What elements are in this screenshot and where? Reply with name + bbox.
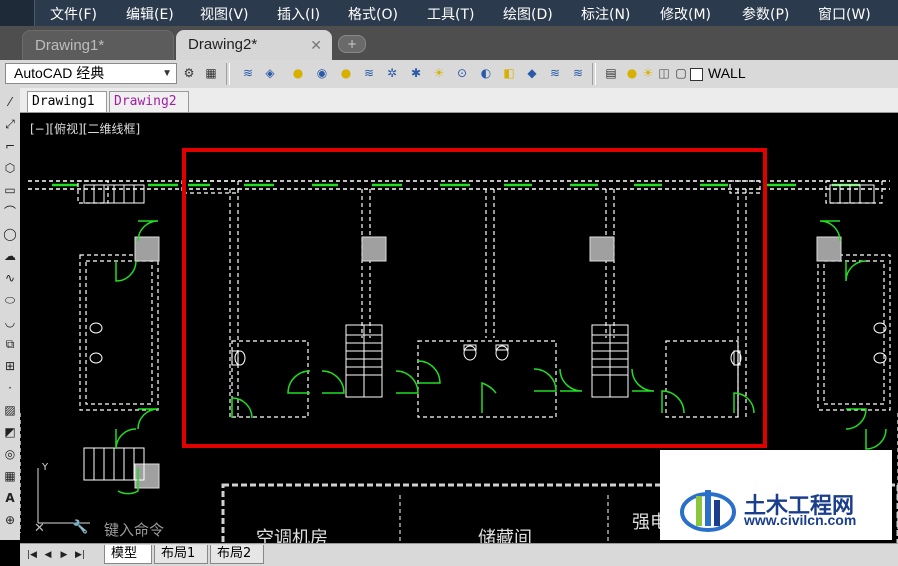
menu-dimension[interactable]: 标注(N) (581, 4, 630, 24)
layer-walk-icon[interactable]: ✱ (408, 65, 424, 81)
region-icon[interactable]: ◎ (2, 446, 18, 462)
prev-tab-icon[interactable]: ◀ (42, 548, 54, 562)
sun-icon[interactable]: ☀ (640, 65, 656, 81)
svg-text:Y: Y (41, 462, 49, 473)
arc-icon[interactable]: ⌒ (2, 204, 18, 220)
doc-tab-drawing2[interactable]: Drawing2 (109, 91, 189, 112)
file-tab-drawing1[interactable]: Drawing1* (22, 30, 174, 60)
menu-modify[interactable]: 修改(M) (660, 4, 711, 24)
document-tab-bar: Drawing1 Drawing2 (20, 88, 898, 113)
file-tab-bar: Drawing1* Drawing2* ✕ (0, 26, 898, 60)
layer-properties-icon[interactable]: ≋ (240, 65, 256, 81)
revcloud-icon[interactable]: ☁ (2, 248, 18, 264)
lightbulb-icon[interactable]: ● (290, 65, 306, 81)
hatch-icon[interactable]: ▨ (2, 402, 18, 418)
file-tab-label: Drawing1* (35, 37, 105, 54)
viewport-freeze-icon[interactable]: ◫ (656, 65, 672, 81)
table-icon[interactable]: ▦ (2, 468, 18, 484)
menu-tools[interactable]: 工具(T) (427, 4, 474, 24)
close-icon[interactable]: ✕ (34, 521, 45, 536)
next-tab-icon[interactable]: ▶ (58, 548, 70, 562)
gradient-icon[interactable]: ◩ (2, 424, 18, 440)
layer-copy-icon[interactable]: ≋ (547, 65, 563, 81)
layer-delete-icon[interactable]: ≋ (570, 65, 586, 81)
layer-manager-icon[interactable]: ▤ (603, 65, 619, 81)
command-input[interactable]: 键入命令 (104, 519, 164, 540)
current-layer-name: WALL (708, 65, 746, 81)
lightbulb-icon[interactable]: ● (624, 65, 640, 81)
workspace-select[interactable]: AutoCAD 经典 ▼ (5, 63, 177, 84)
highlight-box (182, 148, 767, 448)
last-tab-icon[interactable]: ▶| (74, 548, 86, 562)
layer-state-icon[interactable]: ◈ (262, 65, 278, 81)
watermark-url: www.civilcn.com (744, 512, 857, 528)
new-tab-button[interactable]: + (338, 35, 366, 53)
lock-icon[interactable]: ▢ (673, 65, 689, 81)
construction-line-icon[interactable]: ⤢ (2, 116, 18, 132)
tab-layout1[interactable]: 布局1 (154, 545, 208, 564)
layer-match-icon[interactable]: ◧ (501, 65, 517, 81)
toolbar-separator (226, 63, 230, 85)
rectangle-icon[interactable]: ▭ (2, 182, 18, 198)
first-tab-icon[interactable]: |◀ (26, 548, 38, 562)
layout-tab-bar: |◀ ◀ ▶ ▶| 模型 布局1 布局2 (20, 543, 898, 566)
toolbar-separator (592, 63, 596, 85)
menu-file[interactable]: 文件(F) (50, 4, 97, 24)
tab-layout2[interactable]: 布局2 (210, 545, 264, 564)
circle-icon[interactable]: ◯ (2, 226, 18, 242)
main-toolbar: AutoCAD 经典 ▼ ⚙ ▦ ≋ ◈ ● ◉ ● ≋ ✲ ✱ ☀ ⊙ ◐ ◧… (0, 60, 898, 89)
menu-view[interactable]: 视图(V) (200, 4, 249, 24)
ellipse-icon[interactable]: ⬭ (2, 292, 18, 308)
workspace-settings-icon[interactable]: ▦ (203, 65, 219, 81)
layer-off-icon[interactable]: ✲ (384, 65, 400, 81)
menu-draw[interactable]: 绘图(D) (503, 4, 553, 24)
spline-icon[interactable]: ∿ (2, 270, 18, 286)
menu-parameters[interactable]: 参数(P) (742, 4, 789, 24)
viewport-controls[interactable]: [−][俯视][二维线框] (30, 120, 140, 137)
menu-window[interactable]: 窗口(W) (818, 4, 871, 24)
layer-isolate-icon[interactable]: ◉ (314, 65, 330, 81)
layer-merge-icon[interactable]: ◆ (524, 65, 540, 81)
civilcn-logo-icon (680, 490, 736, 532)
menu-bar: 文件(F) 编辑(E) 视图(V) 插入(I) 格式(O) 工具(T) 绘图(D… (0, 0, 898, 26)
menu-insert[interactable]: 插入(I) (277, 4, 320, 24)
layer-color-swatch[interactable] (690, 68, 703, 81)
file-tab-drawing2[interactable]: Drawing2* ✕ (176, 30, 332, 60)
line-icon[interactable]: ⁄ (2, 94, 18, 110)
gear-icon[interactable]: ⚙ (181, 65, 197, 81)
close-icon[interactable]: ✕ (310, 30, 322, 60)
tab-model[interactable]: 模型 (104, 545, 152, 564)
workspace-value: AutoCAD 经典 (14, 65, 105, 81)
point-icon[interactable]: · (2, 380, 18, 396)
insert-block-icon[interactable]: ⧉ (2, 336, 18, 352)
file-tab-label: Drawing2* (188, 36, 258, 53)
layer-lock-icon[interactable]: ⊙ (454, 65, 470, 81)
layer-freeze-icon[interactable]: ≋ (361, 65, 377, 81)
app-menu-button[interactable] (0, 0, 35, 26)
multiline-text-icon[interactable]: A (2, 490, 18, 506)
sun-icon[interactable]: ☀ (431, 65, 447, 81)
doc-tab-drawing1[interactable]: Drawing1 (27, 91, 107, 112)
add-selected-icon[interactable]: ⊕ (2, 512, 18, 528)
chevron-down-icon: ▼ (162, 68, 172, 79)
lightbulb-icon[interactable]: ● (338, 65, 354, 81)
menu-edit[interactable]: 编辑(E) (126, 4, 174, 24)
menu-format[interactable]: 格式(O) (348, 4, 398, 24)
wrench-icon[interactable]: 🔧 (72, 520, 88, 535)
ellipse-arc-icon[interactable]: ◡ (2, 314, 18, 330)
draw-toolbar: ⁄ ⤢ ⌐ ⬡ ▭ ⌒ ◯ ☁ ∿ ⬭ ◡ ⧉ ⊞ · ▨ ◩ ◎ ▦ A ⊕ (0, 88, 21, 540)
polygon-icon[interactable]: ⬡ (2, 160, 18, 176)
polyline-icon[interactable]: ⌐ (2, 138, 18, 154)
layer-unlock-icon[interactable]: ◐ (478, 65, 494, 81)
make-block-icon[interactable]: ⊞ (2, 358, 18, 374)
command-line[interactable]: ✕ 🔧 键入命令 (28, 515, 228, 543)
